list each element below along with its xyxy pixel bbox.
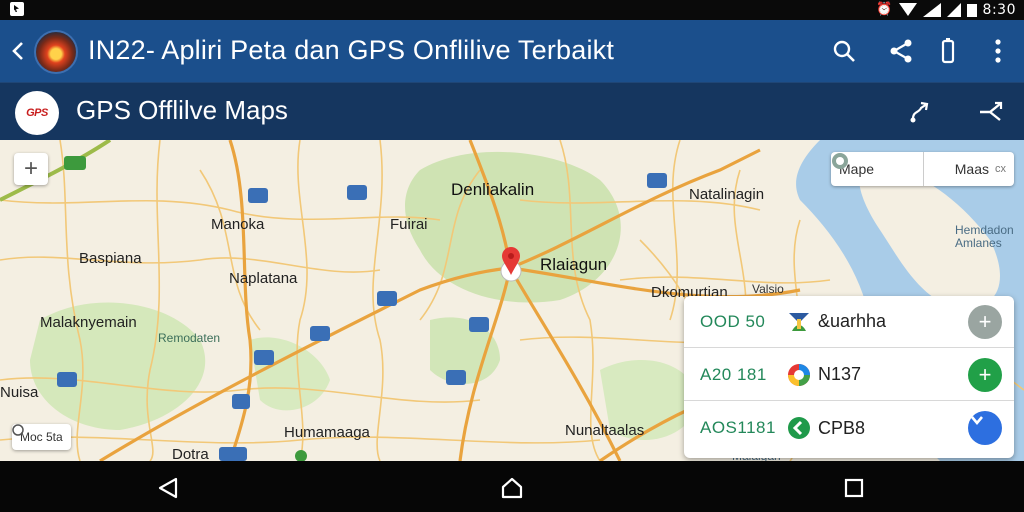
map-label: Baspiana <box>79 250 142 267</box>
app-bar: IN22- Apliri Peta dan GPS Onflilive Terb… <box>0 20 1024 82</box>
app-icon <box>34 30 78 74</box>
map-label: Fuirai <box>390 216 428 233</box>
map-label: Nunaltaalas <box>565 422 645 439</box>
route-name: CPB8 <box>818 417 866 438</box>
directions-icon[interactable] <box>905 97 935 127</box>
zoom-in-button[interactable]: + <box>14 153 48 185</box>
layers-icon <box>832 153 848 169</box>
wifi-icon <box>898 3 917 16</box>
route-code: OOD 50 <box>700 311 766 331</box>
map-style-option[interactable]: Mape <box>831 152 923 186</box>
sub-header: GPS GPS Offlilve Maps <box>0 82 1024 140</box>
scale-chip[interactable]: Moc 5ta <box>12 424 71 450</box>
app-logo: GPS <box>15 91 59 135</box>
back-triangle-icon[interactable] <box>154 475 182 501</box>
battery-icon <box>966 4 977 17</box>
map-label: Hemdadon Amlanes <box>955 223 1014 250</box>
green-shield-icon <box>786 415 812 441</box>
route-item[interactable]: A20 181 N137 + <box>684 349 1014 401</box>
route-code: AOS1181 <box>700 418 776 437</box>
route-item[interactable]: AOS1181 CPB8 <box>684 402 1014 454</box>
map-label: Humamaaga <box>284 424 370 441</box>
alarm-icon: ⏰ <box>876 2 893 17</box>
search-icon[interactable] <box>829 36 859 66</box>
add-icon[interactable]: + <box>968 357 1002 392</box>
signal-icon <box>922 3 941 17</box>
home-icon[interactable] <box>498 475 526 501</box>
road-icon <box>786 309 812 335</box>
route-name: N137 <box>818 364 862 384</box>
recents-icon[interactable] <box>840 475 868 501</box>
map-label: Malaknyemain <box>40 314 137 331</box>
map-label: Remodaten <box>158 331 221 345</box>
logo-text: GPS <box>26 107 48 119</box>
clock-time: 8:30 <box>982 2 1016 18</box>
signal-icon <box>946 3 961 17</box>
route-item[interactable]: OOD 50 &uarhha + <box>684 296 1014 348</box>
routes-panel: OOD 50 &uarhha + A20 181 N137 + AOS1181 … <box>684 296 1014 458</box>
map-label: Naplatana <box>229 270 298 287</box>
page-title: IN22- Apliri Peta dan GPS Onflilive Terb… <box>88 35 615 65</box>
chevron-down-icon[interactable] <box>968 411 1002 445</box>
map-style-switcher: Mape Maas cx <box>831 152 1014 186</box>
route-code: A20 181 <box>700 364 767 384</box>
map-style-option[interactable]: Maas cx <box>923 152 1014 186</box>
map-label: Dotra <box>172 446 209 461</box>
share-icon[interactable] <box>886 36 916 66</box>
scale-label: Moc 5ta <box>20 430 63 444</box>
back-arrow-icon[interactable] <box>6 37 32 65</box>
location-pin-icon[interactable] <box>498 245 524 285</box>
map-style-suffix: cx <box>995 163 1006 175</box>
colorful-pin-icon <box>786 362 812 388</box>
section-title: GPS Offlilve Maps <box>76 95 288 125</box>
notification-icon <box>10 2 24 16</box>
park-area <box>250 337 330 411</box>
route-name: &uarhha <box>818 311 887 331</box>
system-nav-bar <box>0 461 1024 512</box>
map-label: Natalinagin <box>689 186 765 203</box>
more-vert-icon[interactable] <box>983 36 1013 66</box>
add-icon[interactable]: + <box>968 304 1002 339</box>
map-label: Denliakalin <box>451 180 535 199</box>
status-bar: ⏰ 8:30 <box>0 0 1024 20</box>
map-view[interactable]: Denliakalin Rlaiagun Manoka Fuirai Baspi… <box>0 140 1024 461</box>
map-label: Nuisa <box>0 384 39 401</box>
map-label: Manoka <box>211 216 265 233</box>
route-split-icon[interactable] <box>977 97 1007 127</box>
map-label: Valsio <box>752 282 784 296</box>
map-label: Rlaiagun <box>540 255 608 274</box>
target-icon <box>12 424 24 436</box>
map-style-label: Maas <box>954 161 989 177</box>
status-icons: ⏰ 8:30 <box>876 1 1016 19</box>
battery-icon[interactable] <box>933 36 963 66</box>
